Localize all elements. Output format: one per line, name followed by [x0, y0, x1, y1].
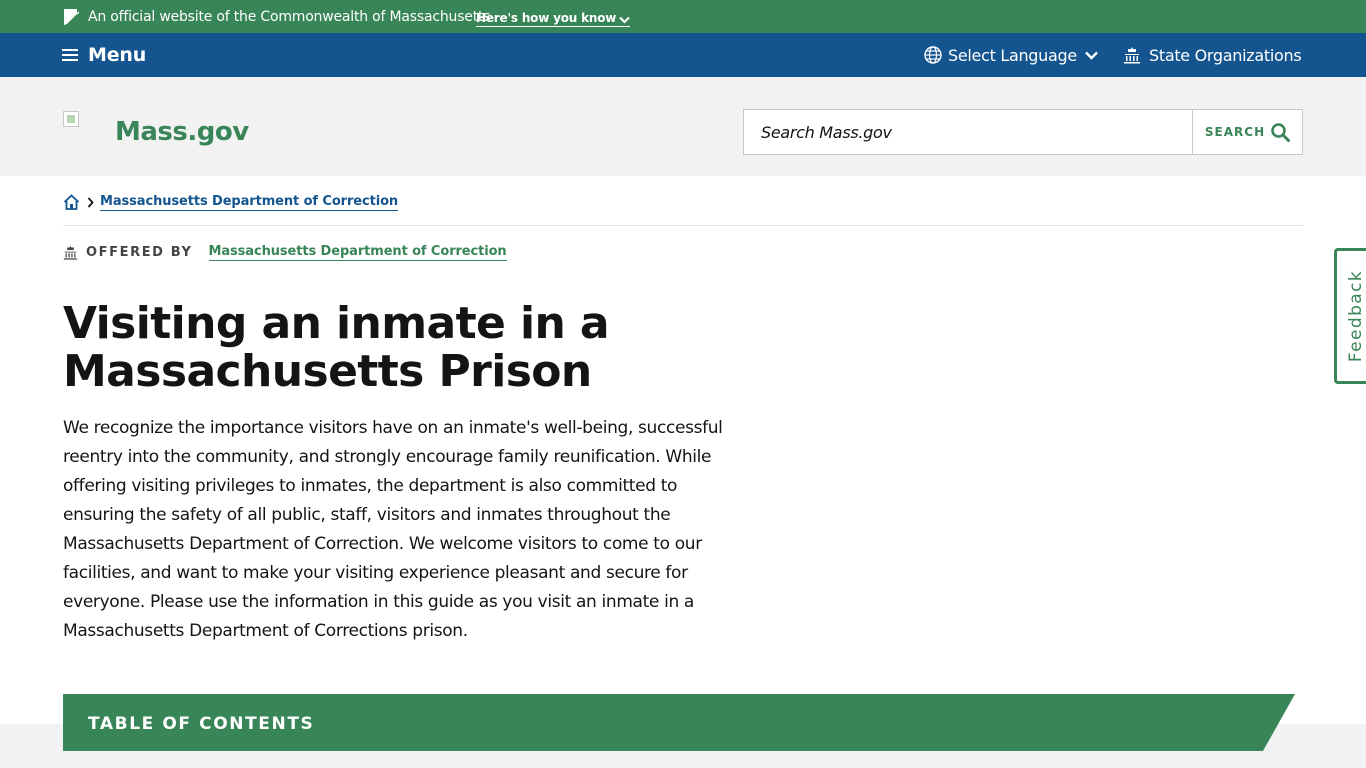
menu-button[interactable]: Menu	[62, 43, 146, 67]
chevron-right-icon	[87, 196, 94, 208]
state-organizations-label: State Organizations	[1149, 45, 1302, 65]
how-you-know-label: Here's how you know	[476, 11, 617, 25]
breadcrumb: Massachusetts Department of Correction	[63, 192, 398, 212]
chevron-down-icon	[619, 16, 630, 24]
menu-label: Menu	[88, 44, 147, 66]
feedback-label: Feedback	[1345, 269, 1366, 363]
official-banner: An official website of the Commonwealth …	[0, 0, 1366, 33]
table-of-contents-header[interactable]: TABLE OF CONTENTS	[63, 694, 1295, 751]
hamburger-icon	[62, 49, 78, 61]
search-button-label: SEARCH	[1204, 125, 1266, 139]
feedback-button[interactable]: Feedback	[1334, 248, 1366, 384]
how-you-know-link[interactable]: Here's how you know	[476, 10, 631, 27]
offered-by: OFFERED BY Massachusetts Department of C…	[63, 242, 507, 262]
state-organizations-button[interactable]: State Organizations	[1123, 44, 1302, 66]
offered-by-label: OFFERED BY	[86, 244, 193, 260]
utility-nav: Menu Select Language State Organizations	[0, 33, 1366, 77]
select-language-button[interactable]: Select Language	[924, 44, 1098, 66]
search-form: SEARCH	[743, 109, 1303, 155]
select-language-label: Select Language	[948, 45, 1077, 65]
search-icon	[1271, 122, 1291, 142]
page-intro: We recognize the importance visitors hav…	[63, 418, 723, 641]
breadcrumb-link-doc[interactable]: Massachusetts Department of Correction	[100, 194, 398, 211]
mass-seal-logo[interactable]	[63, 111, 79, 127]
breadcrumb-divider	[63, 225, 1303, 226]
search-button[interactable]: SEARCH	[1192, 110, 1302, 154]
official-banner-text: An official website of the Commonwealth …	[88, 9, 491, 25]
site-header: Mass.gov SEARCH	[0, 77, 1366, 176]
building-icon	[63, 245, 78, 260]
site-logo-link[interactable]: Mass.gov	[115, 117, 249, 147]
chevron-down-icon	[1085, 51, 1098, 60]
offered-by-org-link[interactable]: Massachusetts Department of Correction	[208, 244, 507, 261]
home-icon[interactable]	[63, 194, 80, 210]
building-icon	[1124, 47, 1140, 64]
search-input[interactable]	[744, 110, 1192, 154]
globe-icon	[924, 46, 942, 64]
page-title: Visiting an inmate in a Massachusetts Pr…	[63, 298, 610, 397]
flag-icon	[63, 8, 80, 26]
toc-label: TABLE OF CONTENTS	[88, 714, 315, 734]
